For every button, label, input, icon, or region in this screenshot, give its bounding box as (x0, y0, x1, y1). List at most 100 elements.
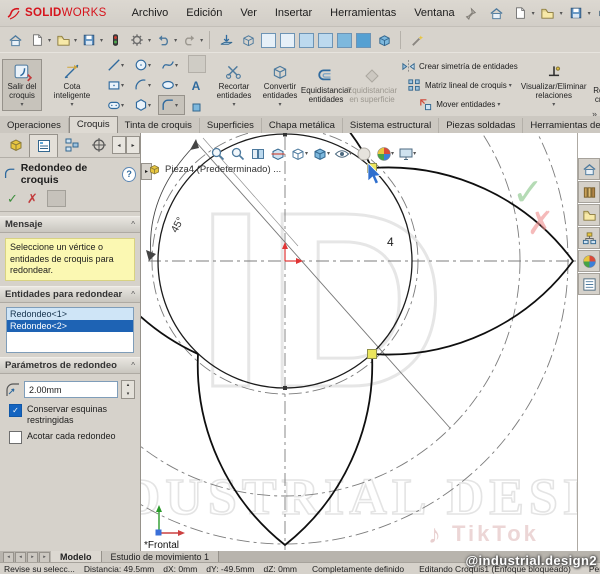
sw-resources-button[interactable] (578, 158, 600, 180)
feature-tree-breadcrumb[interactable]: Pieza4 (Predeterminado) ... (148, 163, 281, 176)
redo-button[interactable] (179, 30, 199, 50)
exit-sketch-caret[interactable]: ▾ (20, 102, 23, 109)
save-caret-2[interactable]: ▾ (100, 37, 103, 44)
open-button-2[interactable] (53, 30, 73, 50)
zoom-fit-button[interactable] (209, 144, 227, 163)
view-shadow-button[interactable] (337, 32, 353, 48)
undo-button[interactable] (153, 30, 173, 50)
tab-sistema-estructural[interactable]: Sistema estructural (343, 118, 440, 133)
display-style-caret[interactable]: ▾ (327, 150, 330, 157)
breadcrumb-label[interactable]: Pieza4 (Predeterminado) ... (165, 164, 281, 175)
angle-dimension-text[interactable]: 45° (169, 215, 187, 235)
radius-spin-up[interactable]: ▴ (122, 381, 134, 390)
options-gear-button[interactable] (127, 30, 147, 50)
view-settings-button[interactable]: ▾ (397, 144, 417, 163)
pm-pin-button[interactable] (46, 190, 66, 207)
linear-pattern-button[interactable]: Matriz lineal de croquis ▾ (405, 76, 514, 94)
slot-caret[interactable]: ▾ (121, 102, 124, 109)
polygon-tool-button[interactable]: ▾ (131, 95, 158, 115)
dimxpert-tab[interactable] (85, 134, 112, 156)
ellipse-tool-button[interactable]: ▾ (158, 75, 185, 95)
previous-view-button[interactable] (249, 144, 267, 163)
tab-operaciones[interactable]: Operaciones (0, 118, 69, 133)
home-button[interactable] (487, 3, 507, 23)
graphics-area[interactable]: ID INDUSTRIAL DESIGN ♪ TikTok (141, 133, 578, 552)
panel-tabs-left-button[interactable]: ◂ (112, 136, 126, 154)
tab-herramientas-de-moldes[interactable]: Herramientas de moldes (523, 118, 600, 133)
custom-properties-button[interactable] (578, 273, 600, 295)
convert-caret[interactable]: ▾ (278, 102, 281, 109)
confirm-cancel-mark[interactable]: ✗ (527, 205, 554, 241)
ellipse-caret[interactable]: ▾ (175, 82, 178, 89)
menu-herramientas[interactable]: Herramientas (321, 3, 405, 23)
circle-tool-button[interactable]: ▾ (131, 55, 158, 75)
save-caret[interactable]: ▾ (588, 10, 591, 17)
new-document-button-2[interactable] (27, 30, 47, 50)
parameters-section-header[interactable]: Parámetros de redondeo ^ (0, 357, 140, 375)
endpoint-marker-bottom[interactable] (283, 386, 287, 390)
sketch-canvas[interactable]: ID INDUSTRIAL DESIGN ♪ TikTok (141, 133, 578, 552)
feature-tree-tab[interactable] (2, 134, 29, 156)
tab-piezas-soldadas[interactable]: Piezas soldadas (439, 118, 524, 133)
tab-chapa-metalica[interactable]: Chapa metálica (262, 118, 343, 133)
smart-dimension-caret[interactable]: ▾ (70, 102, 73, 109)
hide-show-caret[interactable]: ▾ (349, 150, 352, 157)
pm-help-icon[interactable]: ? (122, 166, 137, 182)
open-caret[interactable]: ▾ (560, 10, 563, 17)
fillet-vertex-marker-2[interactable] (367, 349, 377, 359)
appearances-button[interactable] (578, 250, 600, 272)
fillet-entities-list[interactable]: Redondeo<1> Redondeo<2> (6, 307, 134, 354)
polygon-caret[interactable]: ▾ (148, 102, 151, 109)
magic-wand-button[interactable] (407, 30, 427, 50)
list-item[interactable]: Redondeo<2> (7, 320, 133, 333)
trim-entities-button[interactable]: Recortar entidades ▾ (211, 59, 257, 110)
print-button[interactable] (594, 3, 600, 23)
view-palette-button[interactable] (578, 227, 600, 249)
tab-scroll-first-button[interactable]: ◂ (3, 551, 14, 563)
sketch-fillet-caret[interactable]: ▾ (175, 102, 178, 109)
keep-corners-checkbox[interactable]: ✓ (9, 404, 22, 418)
view-shaded-button[interactable] (318, 32, 334, 48)
property-manager-tab[interactable] (29, 133, 58, 157)
repair-sketch-button[interactable]: Reparar croquis (584, 63, 600, 107)
tab-scroll-last-button[interactable]: ▸ (39, 551, 50, 563)
design-library-button[interactable] (578, 181, 600, 203)
line-caret[interactable]: ▾ (121, 62, 124, 69)
view-ambient-button[interactable] (356, 32, 372, 48)
menu-ver[interactable]: Ver (231, 3, 266, 23)
view-cube-shaded-button[interactable] (374, 30, 394, 50)
move-entities-caret[interactable]: ▾ (497, 101, 500, 108)
view-orientation-caret[interactable]: ▾ (305, 150, 308, 157)
trim-caret[interactable]: ▾ (232, 102, 235, 109)
rebuild-button-2[interactable] (105, 30, 125, 50)
panel-tabs-right-button[interactable]: ▸ (126, 136, 140, 154)
offset-entities-button[interactable]: Equidistanciar entidades (301, 63, 351, 107)
smart-dimension-button[interactable]: Cota inteligente ▾ (46, 59, 98, 110)
tab-croquis[interactable]: Croquis (68, 116, 118, 133)
menu-ventana[interactable]: Ventana (405, 3, 463, 23)
sketch-fillet-button[interactable]: ▾ (158, 95, 185, 115)
endpoint-marker-top[interactable] (283, 133, 287, 137)
message-section-header[interactable]: Mensaje ^ (0, 216, 140, 233)
circle-caret[interactable]: ▾ (148, 62, 151, 69)
spline-caret[interactable]: ▾ (175, 62, 178, 69)
open-button[interactable] (538, 3, 558, 23)
entities-collapse-icon[interactable]: ^ (131, 290, 135, 299)
arc-caret[interactable]: ▾ (148, 82, 151, 89)
hide-show-items-button[interactable]: ▾ (333, 144, 353, 163)
slot-tool-button[interactable]: ▾ (104, 95, 131, 115)
menu-insertar[interactable]: Insertar (266, 3, 321, 23)
pm-accept-button[interactable]: ✓ (7, 191, 18, 207)
view-hidden-removed-button[interactable] (280, 32, 296, 48)
view-orientation-button[interactable]: ▾ (289, 144, 309, 163)
sketch-text-button[interactable]: A (188, 78, 204, 94)
parameters-collapse-icon[interactable]: ^ (131, 361, 135, 370)
open-caret-2[interactable]: ▾ (74, 37, 77, 44)
spline-tool-button[interactable]: ▾ (158, 55, 185, 75)
menu-edicion[interactable]: Edición (177, 3, 231, 23)
zoom-area-button[interactable] (229, 144, 247, 163)
configuration-manager-tab[interactable] (58, 134, 85, 156)
line-tool-button[interactable]: ▾ (104, 55, 131, 75)
tab-scroll-prev-button[interactable]: ◂ (15, 551, 26, 563)
file-explorer-button[interactable] (578, 204, 600, 226)
